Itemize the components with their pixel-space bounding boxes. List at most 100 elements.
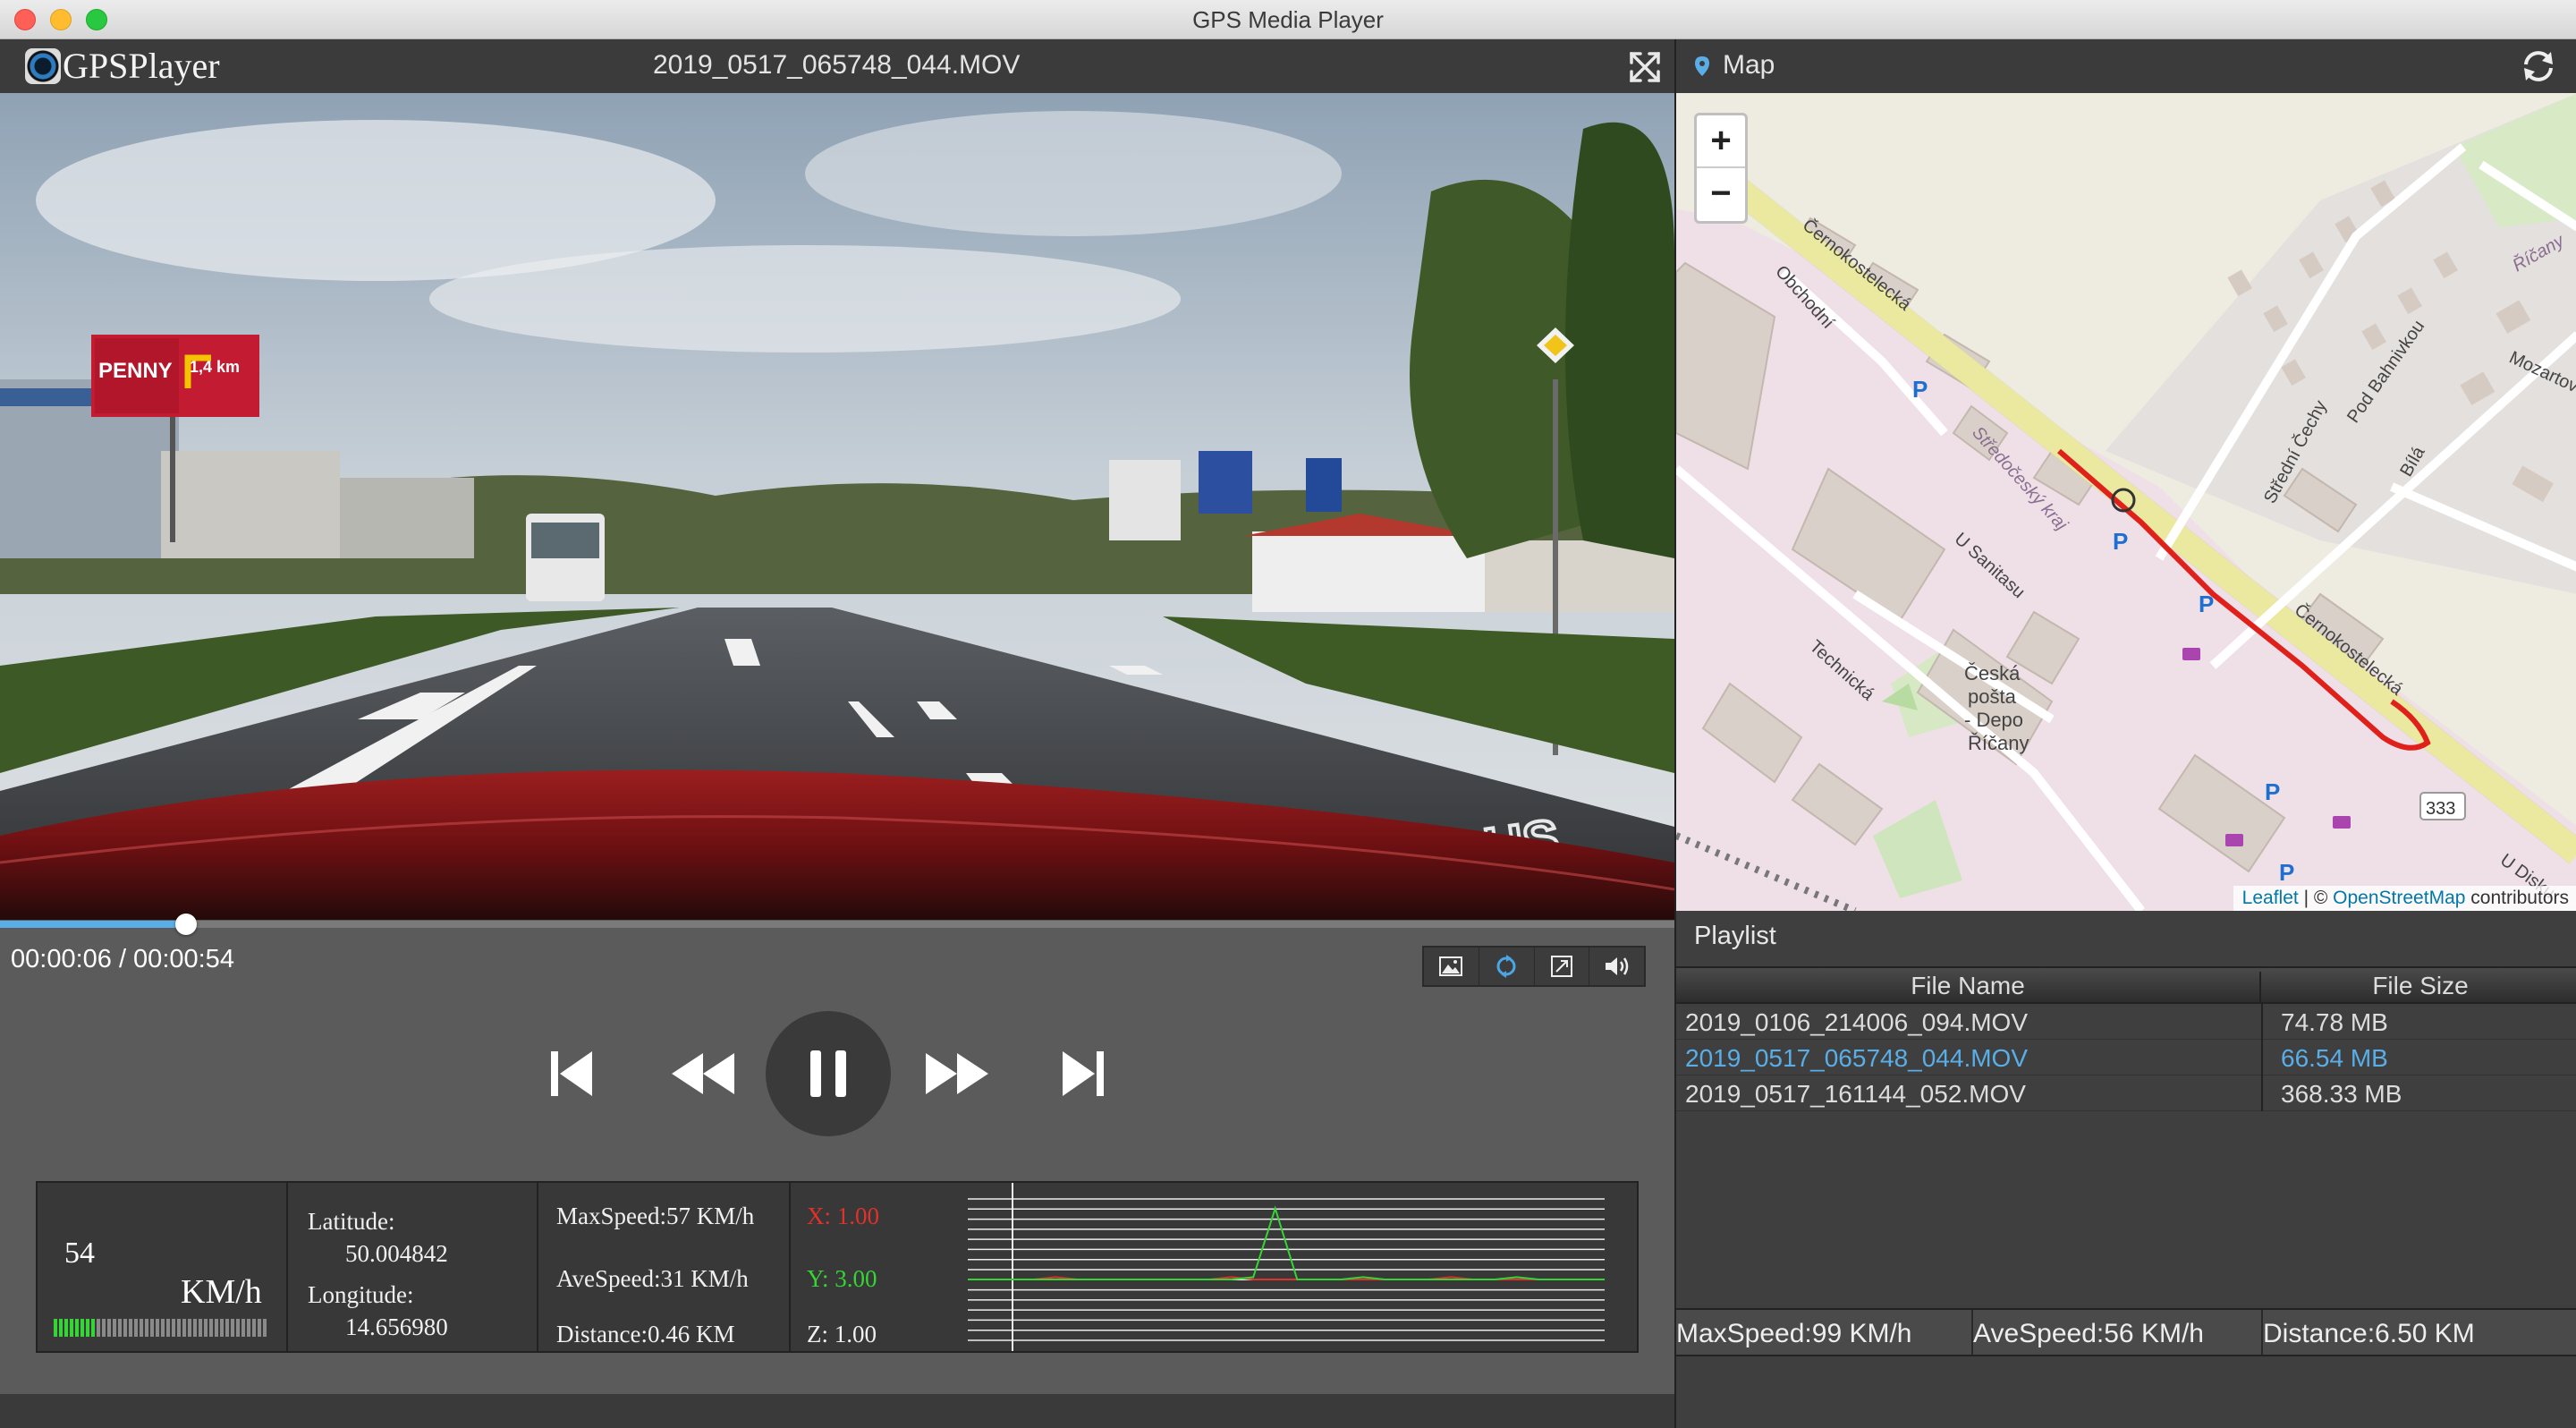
image-icon bbox=[1439, 956, 1463, 976]
playlist-row[interactable]: 2019_0517_065748_044.MOV 66.54 MB bbox=[1676, 1040, 2576, 1075]
skip-next-icon bbox=[1063, 1051, 1104, 1096]
speed-meter-segment bbox=[182, 1319, 186, 1337]
next-file-button[interactable] bbox=[1046, 1043, 1118, 1104]
speed-meter-segment bbox=[209, 1319, 213, 1337]
speed-meter bbox=[54, 1319, 267, 1337]
total-distance: Distance:6.50 KM bbox=[2263, 1319, 2475, 1348]
status-strip bbox=[0, 1394, 1674, 1428]
speed-meter-segment bbox=[107, 1319, 111, 1337]
speed-meter-segment bbox=[225, 1319, 229, 1337]
speed-meter-segment bbox=[172, 1319, 175, 1337]
rewind-icon bbox=[672, 1053, 734, 1094]
speed-meter-segment bbox=[263, 1319, 267, 1337]
speed-meter-segment bbox=[193, 1319, 197, 1337]
refresh-icon bbox=[2524, 51, 2553, 81]
speed-meter-segment bbox=[113, 1319, 116, 1337]
speed-meter-segment bbox=[177, 1319, 181, 1337]
longitude-label: Longitude: bbox=[308, 1281, 414, 1308]
zoom-out-button[interactable]: − bbox=[1697, 168, 1745, 221]
map-parking-label: P bbox=[2265, 778, 2280, 805]
speed-meter-segment bbox=[102, 1319, 106, 1337]
map-attribution: Leaflet | © OpenStreetMap contributors bbox=[2233, 886, 2576, 911]
column-header-file-size[interactable]: File Size bbox=[2263, 972, 2576, 1000]
seek-bar-thumb[interactable] bbox=[174, 914, 197, 935]
speed-meter-segment bbox=[166, 1319, 170, 1337]
volume-button[interactable] bbox=[1589, 948, 1644, 985]
player-header: GPSPlayer 2019_0517_065748_044.MOV bbox=[0, 39, 1674, 93]
billboard-brand: PENNY bbox=[98, 359, 173, 383]
fast-forward-button[interactable] bbox=[912, 1047, 1002, 1101]
latitude-value: 50.004842 bbox=[345, 1240, 448, 1267]
total-max-speed: MaxSpeed:99 KM/h bbox=[1676, 1319, 1912, 1348]
volume-icon bbox=[1605, 957, 1628, 975]
speed-meter-segment bbox=[150, 1319, 154, 1337]
map-poi-label: pošta bbox=[1968, 685, 2017, 708]
accel-readout-cell: X: 1.00 Y: 3.00 Z: 1.00 bbox=[791, 1183, 932, 1351]
map-shop-icon bbox=[2333, 816, 2351, 829]
previous-file-button[interactable] bbox=[537, 1043, 608, 1104]
video-frame[interactable]: PENNY 1,4 km bbox=[0, 93, 1674, 920]
rewind-button[interactable] bbox=[658, 1047, 748, 1101]
road-number: 333 bbox=[2426, 799, 2455, 819]
player-panel: GPSPlayer 2019_0517_065748_044.MOV PENNY… bbox=[0, 39, 1674, 1428]
fullscreen-icon[interactable] bbox=[1628, 50, 1662, 84]
speed-meter-segment bbox=[231, 1319, 234, 1337]
rotate-button[interactable] bbox=[1479, 948, 1535, 985]
playlist-file-name: 2019_0517_161144_052.MOV bbox=[1685, 1080, 2026, 1108]
map-shop-icon bbox=[2225, 834, 2243, 846]
speed-meter-segment bbox=[64, 1319, 68, 1337]
playlist-row[interactable]: 2019_0106_214006_094.MOV 74.78 MB bbox=[1676, 1004, 2576, 1040]
leaflet-link[interactable]: Leaflet bbox=[2242, 888, 2299, 908]
position-cell: Latitude: 50.004842 Longitude: 14.656980 bbox=[288, 1183, 538, 1351]
column-header-file-name[interactable]: File Name bbox=[1676, 972, 2261, 1004]
playlist-header-row: File Name File Size bbox=[1676, 966, 2576, 1004]
playlist-file-name: 2019_0517_065748_044.MOV bbox=[1685, 1044, 2029, 1072]
speed-meter-segment bbox=[156, 1319, 159, 1337]
fast-forward-icon bbox=[926, 1053, 988, 1094]
speed-meter-segment bbox=[118, 1319, 122, 1337]
speed-meter-segment bbox=[236, 1319, 240, 1337]
window-titlebar: GPS Media Player bbox=[0, 0, 2576, 39]
speed-meter-segment bbox=[97, 1319, 100, 1337]
map-pin-icon bbox=[1695, 56, 1709, 76]
speed-meter-segment bbox=[161, 1319, 165, 1337]
speed-meter-segment bbox=[70, 1319, 73, 1337]
snapshot-button[interactable] bbox=[1424, 948, 1479, 985]
speed-meter-segment bbox=[204, 1319, 208, 1337]
fit-screen-icon bbox=[1550, 956, 1572, 977]
accel-chart bbox=[968, 1183, 1605, 1351]
clip-distance: Distance:0.46 KM bbox=[556, 1321, 735, 1347]
speed-meter-segment bbox=[129, 1319, 132, 1337]
rotate-icon bbox=[1496, 955, 1516, 978]
clip-max-speed: MaxSpeed:57 KM/h bbox=[556, 1203, 755, 1229]
speed-meter-segment bbox=[258, 1319, 261, 1337]
playlist-row[interactable]: 2019_0517_161144_052.MOV 368.33 MB bbox=[1676, 1075, 2576, 1111]
total-ave-speed: AveSpeed:56 KM/h bbox=[1973, 1319, 2204, 1348]
seek-bar-fill bbox=[0, 921, 186, 928]
seek-bar[interactable] bbox=[0, 914, 1674, 935]
playlist-list: 2019_0106_214006_094.MOV 74.78 MB 2019_0… bbox=[1676, 1004, 2576, 1111]
skip-previous-icon bbox=[551, 1051, 592, 1096]
app-logo-icon bbox=[25, 48, 61, 84]
speed-value: 54 bbox=[64, 1237, 95, 1270]
speed-meter-segment bbox=[188, 1319, 191, 1337]
osm-link[interactable]: OpenStreetMap bbox=[2333, 888, 2465, 908]
latitude-label: Latitude: bbox=[308, 1208, 395, 1235]
accel-y: Y: 3.00 bbox=[807, 1265, 877, 1292]
fit-screen-button[interactable] bbox=[1535, 948, 1590, 985]
zoom-in-button[interactable]: + bbox=[1697, 115, 1745, 168]
map-view[interactable]: P P P P P Černokostelecká Obchodní Střed… bbox=[1676, 93, 2576, 911]
speed-meter-segment bbox=[75, 1319, 79, 1337]
speed-meter-segment bbox=[54, 1319, 57, 1337]
refresh-map-button[interactable] bbox=[2521, 50, 2556, 87]
playlist-file-size: 368.33 MB bbox=[2281, 1080, 2402, 1108]
pause-button[interactable] bbox=[766, 1011, 891, 1136]
speed-meter-segment bbox=[247, 1319, 250, 1337]
speed-meter-segment bbox=[59, 1319, 63, 1337]
view-tools bbox=[1422, 946, 1646, 987]
speed-meter-segment bbox=[86, 1319, 89, 1337]
map-parking-label: P bbox=[2279, 859, 2294, 886]
longitude-value: 14.656980 bbox=[345, 1313, 448, 1340]
speed-meter-segment bbox=[123, 1319, 127, 1337]
trip-totals: MaxSpeed:99 KM/h AveSpeed:56 KM/h Distan… bbox=[1676, 1308, 2576, 1356]
